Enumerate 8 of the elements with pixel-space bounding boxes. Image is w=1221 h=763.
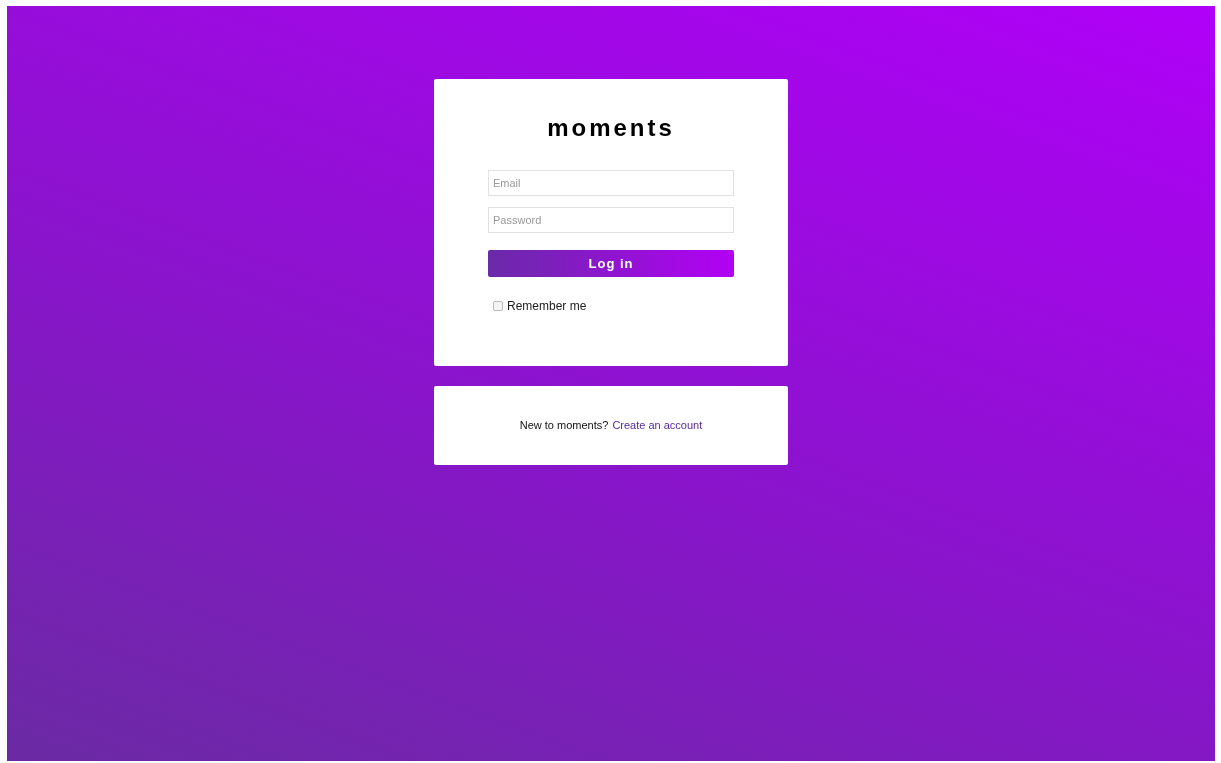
login-button[interactable]: Log in [488,250,734,277]
email-field[interactable]: Email [488,170,734,196]
signup-prompt: New to moments? [519,418,609,434]
remember-label: Remember me [507,298,587,315]
password-field[interactable]: Password [488,207,734,233]
remember-checkbox[interactable] [493,301,503,311]
logo: moments [547,113,675,143]
create-account-link[interactable]: Create an account [612,417,703,434]
